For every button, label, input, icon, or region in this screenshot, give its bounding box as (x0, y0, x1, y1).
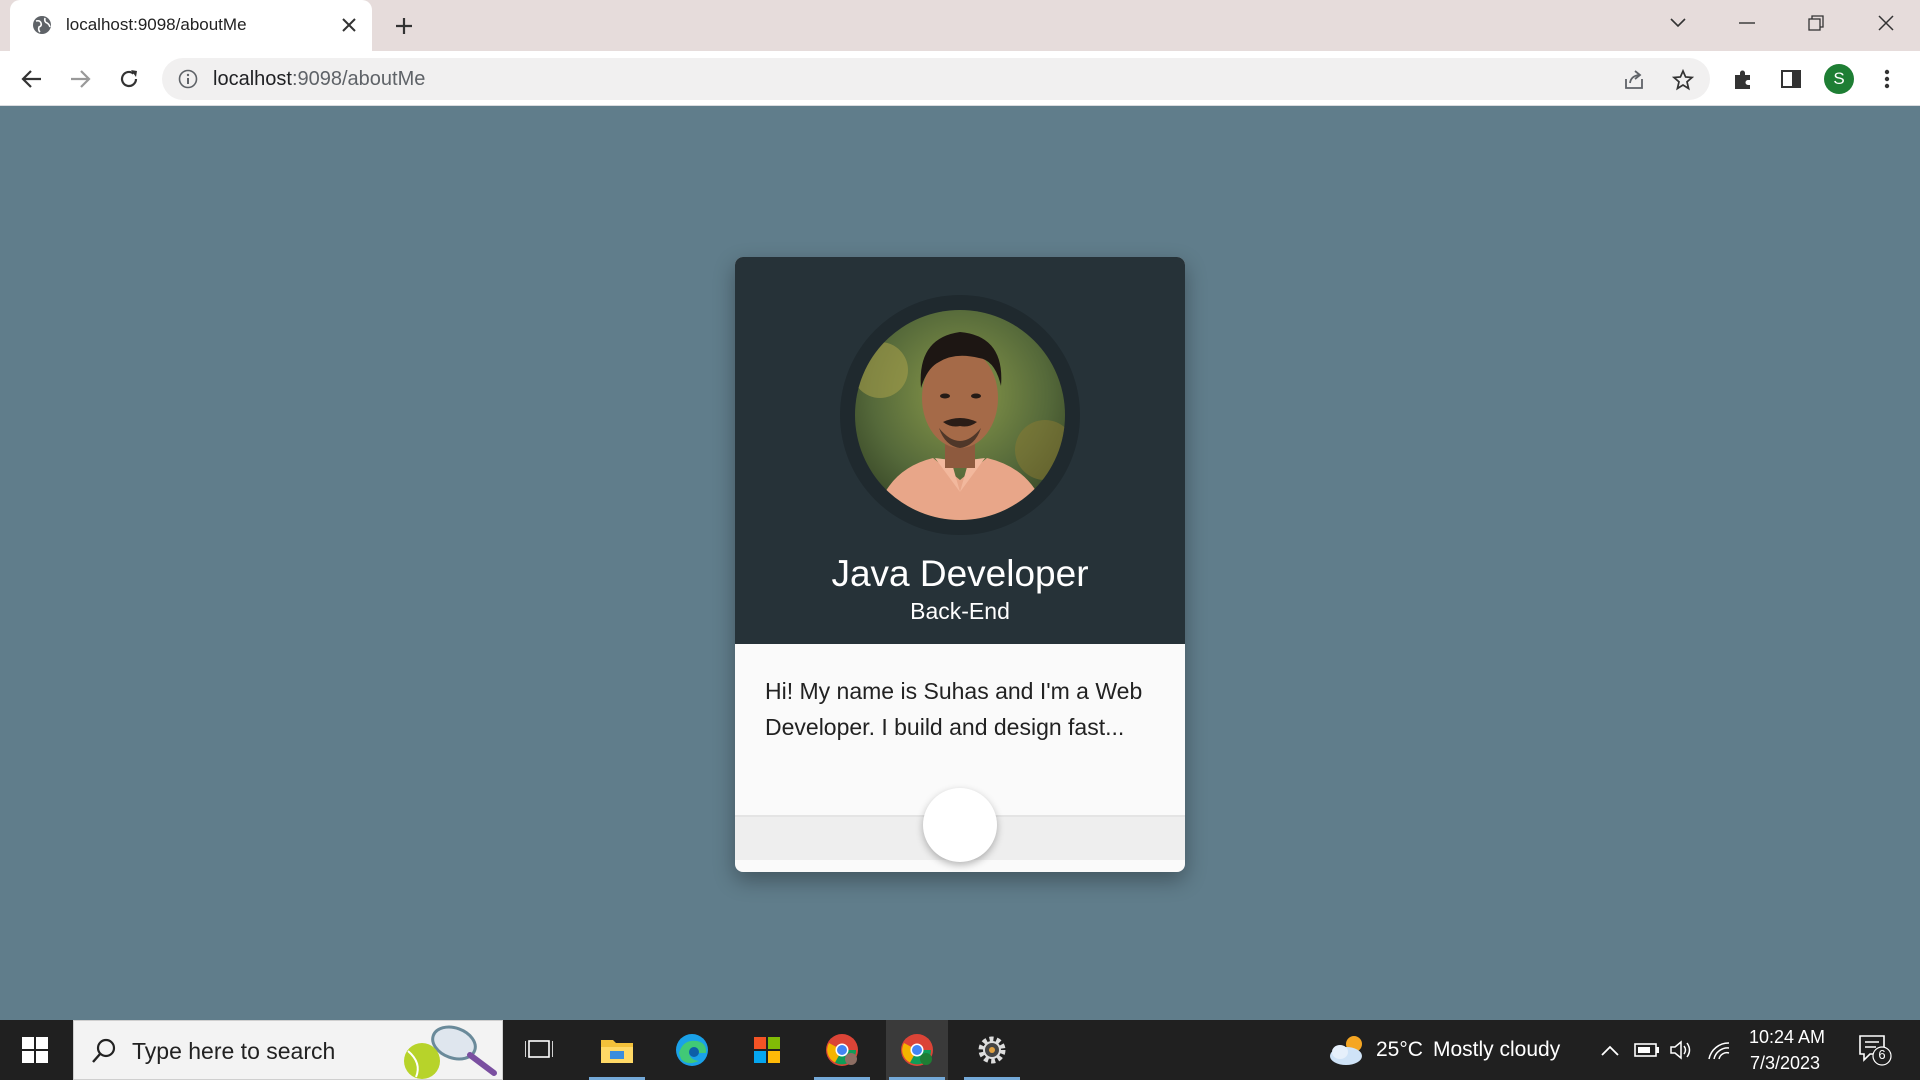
wifi-icon[interactable] (1706, 1038, 1732, 1062)
forward-arrow-icon[interactable] (63, 62, 97, 96)
profile-card: Java Developer Back-End Hi! My name is S… (735, 257, 1185, 872)
card-description: Hi! My name is Suhas and I'm a Web Devel… (765, 678, 1143, 740)
bookmark-star-icon[interactable] (1671, 68, 1695, 92)
taskbar-search-box[interactable]: Type here to search (73, 1020, 503, 1080)
tab-title: localhost:9098/aboutMe (66, 15, 247, 34)
card-title: Java Developer (831, 553, 1089, 594)
tray-chevron-up-icon[interactable] (1597, 1038, 1623, 1062)
new-tab-icon[interactable] (390, 12, 418, 40)
microsoft-store-icon[interactable] (736, 1020, 798, 1080)
globe-icon (32, 15, 52, 35)
windows-start-icon[interactable] (12, 1030, 58, 1070)
notification-center-icon[interactable]: 6 (1858, 1034, 1892, 1066)
profile-photo (855, 310, 1065, 520)
side-panel-icon[interactable] (1776, 64, 1806, 94)
back-arrow-icon[interactable] (15, 62, 49, 96)
task-view-icon[interactable] (508, 1020, 570, 1080)
site-info-icon[interactable] (178, 69, 198, 89)
volume-icon[interactable] (1668, 1038, 1694, 1062)
chrome-icon[interactable] (811, 1020, 873, 1080)
close-tab-icon[interactable] (338, 14, 360, 36)
search-icon (90, 1037, 118, 1065)
battery-icon[interactable] (1634, 1038, 1660, 1062)
reload-icon[interactable] (112, 62, 146, 96)
windows-taskbar: Type here to search 25°C Mostly cloudy 1… (0, 1020, 1920, 1080)
settings-gear-icon[interactable] (961, 1020, 1023, 1080)
share-icon[interactable] (1622, 68, 1646, 92)
card-subtitle: Back-End (910, 598, 1010, 624)
file-explorer-icon[interactable] (586, 1020, 648, 1080)
more-menu-icon[interactable] (1872, 64, 1902, 94)
browser-tab[interactable]: localhost:9098/aboutMe (10, 0, 372, 51)
restore-icon[interactable] (1798, 8, 1834, 38)
search-placeholder: Type here to search (132, 1038, 336, 1064)
clock-date[interactable]: 7/3/2023 (1750, 1053, 1820, 1074)
url-text: localhost:9098/aboutMe (213, 68, 426, 90)
browser-toolbar: localhost:9098/aboutMe S (0, 51, 1920, 106)
close-window-icon[interactable] (1868, 8, 1904, 38)
extensions-puzzle-icon[interactable] (1728, 64, 1758, 94)
chrome-profile-icon[interactable] (886, 1020, 948, 1080)
notification-count: 6 (1878, 1047, 1886, 1062)
weather-temperature[interactable]: 25°C (1376, 1038, 1423, 1062)
minimize-icon[interactable] (1729, 8, 1765, 38)
tab-search-chevron-icon[interactable] (1660, 8, 1696, 38)
weather-condition[interactable]: Mostly cloudy (1433, 1038, 1560, 1062)
weather-cloud-icon[interactable] (1328, 1034, 1368, 1066)
browser-tab-strip: localhost:9098/aboutMe (0, 0, 1920, 51)
edge-browser-icon[interactable] (661, 1020, 723, 1080)
address-bar[interactable]: localhost:9098/aboutMe (162, 58, 1710, 100)
page-background: Java Developer Back-End Hi! My name is S… (0, 106, 1920, 1020)
expand-button[interactable] (923, 788, 997, 862)
profile-avatar[interactable]: S (1824, 64, 1854, 94)
tennis-racket-icon (394, 1025, 499, 1079)
card-header: Java Developer Back-End (735, 257, 1185, 644)
clock-time[interactable]: 10:24 AM (1749, 1027, 1825, 1048)
